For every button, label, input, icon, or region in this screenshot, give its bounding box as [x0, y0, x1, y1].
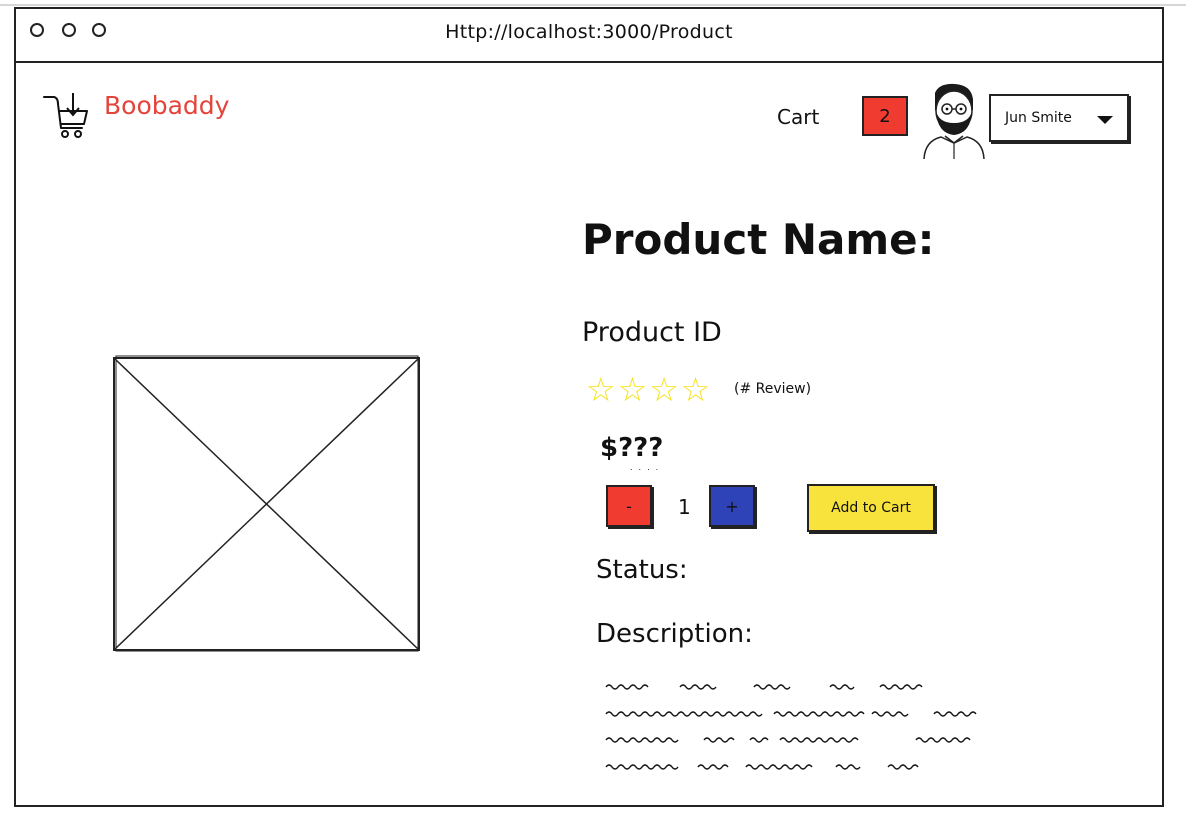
user-name: Jun Smite: [1005, 110, 1072, 126]
add-to-cart-button[interactable]: Add to Cart: [807, 484, 935, 532]
address-bar[interactable]: Http://localhost:3000/Product: [16, 9, 1162, 63]
product-id-label: Product ID: [582, 317, 722, 348]
review-count-link[interactable]: (# Review): [734, 381, 811, 397]
bearded-man-avatar-icon[interactable]: [919, 81, 989, 163]
user-dropdown[interactable]: Jun Smite: [989, 94, 1129, 142]
chevron-down-icon: [1097, 116, 1113, 124]
status-label: Status:: [596, 555, 688, 585]
price-underline-dots: ....: [630, 463, 665, 472]
product-name-label: Product Name:: [582, 215, 935, 264]
url-text[interactable]: Http://localhost:3000/Product: [16, 21, 1162, 43]
cart-count-badge[interactable]: 2: [862, 96, 908, 136]
quantity-value: 1: [678, 495, 691, 519]
star-3-icon[interactable]: ☆: [649, 373, 679, 406]
star-1-icon[interactable]: ☆: [586, 373, 616, 406]
description-placeholder-text: [604, 677, 1024, 791]
cart-download-icon[interactable]: [42, 91, 92, 147]
brand-name[interactable]: Boobaddy: [104, 91, 229, 120]
browser-window: Http://localhost:3000/Product Boobaddy C…: [14, 7, 1164, 807]
product-price: $???: [600, 433, 664, 463]
quantity-increment-button[interactable]: +: [709, 485, 755, 527]
star-2-icon[interactable]: ☆: [618, 373, 648, 406]
star-4-icon[interactable]: ☆: [681, 373, 711, 406]
top-divider: [0, 4, 1186, 6]
image-placeholder-icon: [112, 355, 422, 659]
cart-label[interactable]: Cart: [777, 105, 819, 129]
quantity-decrement-button[interactable]: -: [606, 485, 652, 527]
description-label: Description:: [596, 619, 753, 649]
star-rating[interactable]: ☆ ☆ ☆ ☆: [586, 373, 710, 406]
